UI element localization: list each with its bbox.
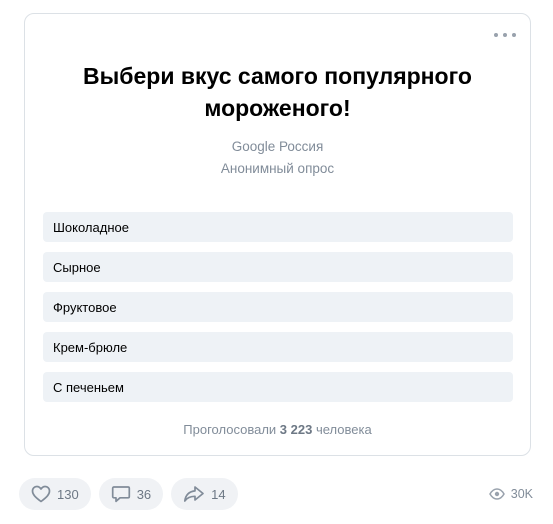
share-count: 14: [211, 486, 226, 502]
votes-count: 3 223: [279, 422, 313, 437]
poll-option[interactable]: С печеньем: [43, 372, 513, 402]
poll-option[interactable]: Шоколадное: [43, 212, 513, 242]
share-button[interactable]: 14: [171, 478, 238, 510]
more-options-button[interactable]: [494, 28, 516, 42]
comment-button[interactable]: 36: [98, 478, 164, 510]
comment-count: 36: [136, 486, 152, 502]
poll-option[interactable]: Сырное: [43, 252, 513, 282]
poll-option[interactable]: Крем-брюле: [43, 332, 513, 362]
post-actions: 130 36 14: [19, 478, 238, 510]
votes-suffix: человека: [315, 422, 372, 437]
eye-icon: [488, 488, 505, 500]
like-button[interactable]: 130: [19, 478, 91, 510]
votes-prefix: Проголосовали: [183, 422, 277, 437]
like-count: 130: [57, 486, 79, 502]
votes-summary: Проголосовали 3 223 человека: [25, 422, 530, 437]
poll-type: Анонимный опрос: [220, 161, 335, 176]
poll-author[interactable]: Google Россия: [25, 139, 530, 154]
share-icon: [184, 486, 205, 502]
views-count: 30K: [510, 487, 533, 501]
poll-options: Шоколадное Сырное Фруктовое Крем-брюле С…: [43, 212, 513, 412]
more-horizontal-icon: [494, 33, 498, 37]
heart-icon: [31, 485, 51, 503]
comment-icon: [111, 486, 130, 503]
poll-card: Выбери вкус самого популярного мороженог…: [24, 13, 531, 456]
poll-title: Выбери вкус самого популярного мороженог…: [83, 63, 472, 121]
post: Выбери вкус самого популярного мороженог…: [0, 0, 553, 524]
poll-option[interactable]: Фруктовое: [43, 292, 513, 322]
views-counter: 30K: [488, 487, 533, 501]
